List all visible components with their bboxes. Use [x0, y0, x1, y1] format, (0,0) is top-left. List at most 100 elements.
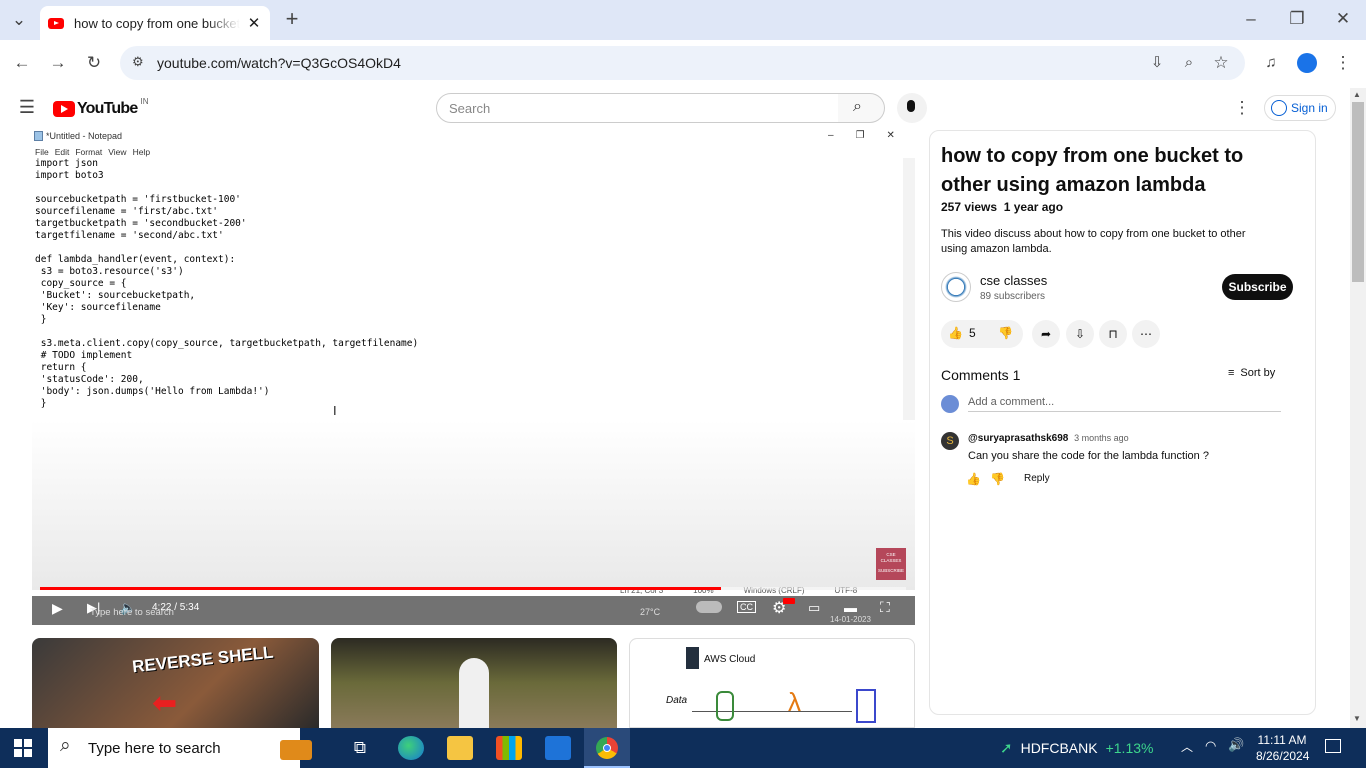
inner-date: 14-01-2023 [830, 615, 871, 624]
comment-author[interactable]: @suryaprasathsk698 [968, 433, 1068, 444]
tab-close-icon[interactable]: ✕ [246, 14, 262, 32]
video-description[interactable]: This video discuss about how to copy fro… [941, 227, 1271, 257]
data-label: Data [666, 695, 688, 706]
sign-in-button[interactable]: Sign in [1264, 95, 1336, 121]
chrome-taskbar-button[interactable] [584, 728, 630, 768]
settings-more-icon[interactable]: ⋮ [1232, 97, 1252, 119]
restore-icon[interactable]: ❐ [1286, 8, 1308, 30]
browser-menu-icon[interactable]: ⋮ [1332, 52, 1354, 74]
new-tab-icon[interactable]: + [281, 8, 303, 30]
zoom-icon[interactable]: ⌕ [1178, 52, 1200, 74]
thumbs-down-icon: 👎 [998, 326, 1013, 340]
media-control-icon[interactable]: ♫ [1260, 52, 1282, 74]
share-icon: ➦ [1040, 327, 1052, 341]
guide-menu-icon[interactable]: ☰ [16, 96, 38, 118]
network-icon[interactable]: ◠ [1205, 738, 1216, 754]
browser-tab-active[interactable]: how to copy from one bucket to other usi… [40, 6, 270, 40]
menu-view: View [108, 147, 127, 157]
fullscreen-icon[interactable]: ⛶ [880, 599, 890, 616]
back-icon[interactable]: ← [10, 52, 34, 74]
page-scrollbar-thumb[interactable] [1352, 102, 1364, 282]
add-comment-input[interactable]: Add a comment... [968, 396, 1281, 412]
subscriber-count: 89 subscribers [980, 291, 1046, 302]
play-button[interactable]: ▶ [52, 600, 63, 617]
task-view-icon[interactable]: ⧉ [348, 737, 372, 759]
person-figure [459, 658, 489, 728]
show-hidden-icons[interactable]: ︿ [1181, 738, 1193, 755]
video-meta: 257 views 1 year ago [941, 200, 1063, 214]
window-close-icon[interactable]: ✕ [1332, 8, 1354, 30]
taskbar-search[interactable]: ⌕ Type here to search [48, 728, 312, 768]
notepad-window-controls: – ❐ ✕ [828, 130, 895, 141]
start-button[interactable] [14, 739, 32, 757]
notepad-icon [34, 131, 43, 141]
stock-change: +1.13% [1105, 740, 1154, 756]
watermark-bottom: SUBSCRIBE [877, 568, 904, 573]
share-button[interactable]: ➦ [1032, 320, 1060, 348]
like-button[interactable]: 👍 5 [948, 326, 976, 340]
recommended-video-1[interactable]: REVERSE SHELL ⬅ [32, 638, 319, 728]
reload-icon[interactable]: ↻ [82, 52, 106, 74]
store-icon[interactable] [496, 736, 522, 760]
youtube-logo[interactable]: YouTube IN [53, 97, 148, 118]
dislike-button[interactable]: 👎 [998, 326, 1013, 340]
stock-name: HDFCBANK [1020, 740, 1098, 756]
hd-badge [783, 598, 795, 604]
inner-taskbar-search: Type here to search [90, 607, 174, 618]
comment-reply-button[interactable]: Reply [1024, 473, 1050, 484]
video-gradient [32, 420, 915, 590]
tab-title: how to copy from one bucket to other usi… [74, 15, 240, 31]
subtitles-icon[interactable]: CC [737, 601, 756, 613]
sort-by-button[interactable]: ≡ Sort by [1228, 367, 1275, 379]
theater-mode-icon[interactable]: ▬ [844, 600, 857, 615]
minimize-icon[interactable]: – [1240, 8, 1262, 30]
clock-date: 8/26/2024 [1256, 749, 1310, 763]
stock-widget[interactable]: ➚ HDFCBANK +1.13% [1000, 739, 1153, 757]
like-count: 5 [968, 326, 976, 340]
forward-icon[interactable]: → [46, 52, 70, 74]
recommended-1-title: REVERSE SHELL [131, 642, 275, 677]
channel-avatar[interactable] [941, 272, 971, 302]
profile-avatar-icon[interactable] [1297, 53, 1317, 73]
autoplay-toggle[interactable] [696, 601, 722, 613]
more-actions-button[interactable]: ⋯ [1132, 320, 1160, 348]
volume-tray-icon[interactable]: 🔊 [1228, 737, 1244, 753]
notification-icon[interactable] [1325, 739, 1341, 753]
recommended-video-2[interactable] [331, 638, 617, 728]
bookmark-star-icon[interactable]: ☆ [1210, 52, 1232, 74]
lambda-icon: λ [788, 687, 801, 717]
site-info-icon[interactable]: ⚙ [132, 54, 144, 70]
channel-watermark[interactable]: CSE CLASSES SUBSCRIBE [876, 548, 906, 580]
notepad-titlebar: *Untitled - Notepad [34, 131, 122, 141]
tab-search-icon[interactable]: ⌄ [8, 9, 30, 31]
search-input[interactable]: Search [436, 93, 839, 123]
comment-like-icon[interactable]: 👍 [966, 472, 981, 486]
comment-dislike-icon[interactable]: 👎 [990, 472, 1005, 486]
commenter-avatar [941, 395, 959, 413]
comment-time[interactable]: 3 months ago [1074, 433, 1129, 443]
comment-author-avatar[interactable]: S [941, 432, 959, 450]
address-bar[interactable]: ⚙ youtube.com/watch?v=Q3GcOS4OkD4 [120, 46, 1245, 80]
file-explorer-icon[interactable] [447, 736, 473, 760]
clock[interactable]: 11:11 AM 8/26/2024 [1256, 732, 1310, 764]
youtube-favicon-icon [48, 17, 64, 29]
search-button[interactable]: ⌕ [838, 93, 885, 123]
channel-name[interactable]: cse classes [980, 273, 1047, 288]
mail-icon[interactable] [545, 736, 571, 760]
download-button[interactable]: ⇩ [1066, 320, 1094, 348]
bookmark-icon: ⊓ [1108, 327, 1118, 341]
notepad-menubar: File Edit Format View Help [35, 147, 150, 157]
scroll-up-arrow-icon[interactable]: ▲ [1353, 90, 1361, 99]
scroll-down-arrow-icon[interactable]: ▼ [1353, 714, 1361, 723]
miniplayer-icon[interactable]: ▭ [808, 600, 820, 616]
save-button[interactable]: ⊓ [1099, 320, 1127, 348]
subscribe-button[interactable]: Subscribe [1222, 274, 1293, 300]
menu-edit: Edit [54, 147, 70, 157]
video-info-panel [929, 130, 1316, 715]
edge-icon[interactable] [398, 736, 424, 760]
recommended-video-3[interactable]: AWS Cloud Data λ [629, 638, 915, 728]
sign-in-label: Sign in [1291, 101, 1328, 115]
install-app-icon[interactable]: ⇩ [1146, 52, 1168, 74]
video-title: how to copy from one bucket to other usi… [941, 145, 1244, 196]
voice-search-button[interactable] [897, 93, 927, 123]
